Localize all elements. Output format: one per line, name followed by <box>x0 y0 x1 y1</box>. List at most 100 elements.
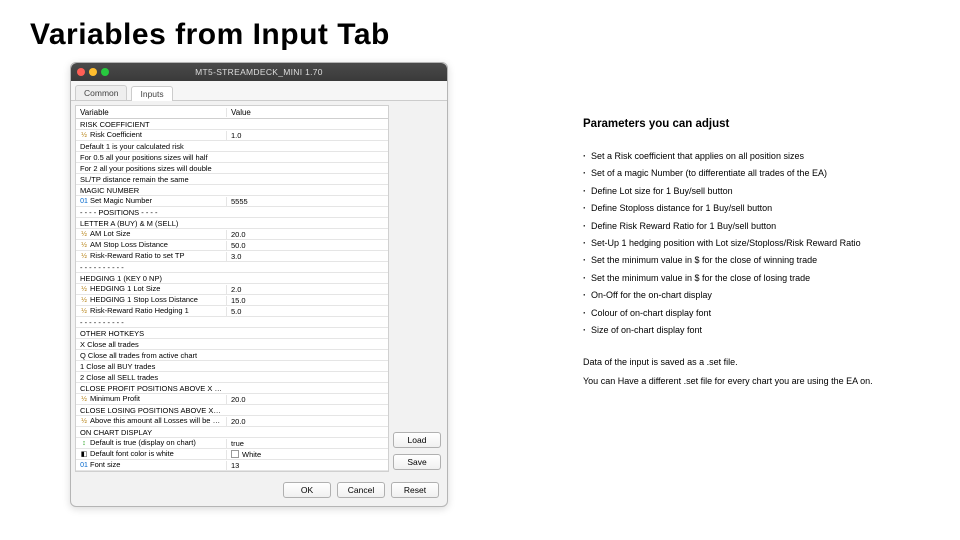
table-row: For 0.5 all your positions sizes will ha… <box>76 152 388 163</box>
right-heading: Parameters you can adjust <box>583 116 873 134</box>
tab-inputs[interactable]: Inputs <box>131 86 172 101</box>
table-row: OTHER HOTKEYS <box>76 328 388 339</box>
bool-icon: ↕ <box>80 440 88 448</box>
fraction-icon: ½ <box>80 418 88 426</box>
list-item: Set a Risk coefficient that applies on a… <box>583 150 873 164</box>
cell-variable: ½AM Lot Size <box>76 229 226 238</box>
table-row: Default 1 is your calculated risk <box>76 141 388 152</box>
cell-variable: For 0.5 all your positions sizes will ha… <box>76 153 226 162</box>
cell-variable: ½Risk-Reward Ratio to set TP <box>76 251 226 260</box>
table-row: - - - - POSITIONS - - - - <box>76 207 388 218</box>
table-row[interactable]: ½AM Stop Loss Distance50.0 <box>76 240 388 251</box>
tab-common[interactable]: Common <box>75 85 127 100</box>
col-header-value: Value <box>226 108 388 117</box>
cell-variable: ½HEDGING 1 Lot Size <box>76 284 226 293</box>
cell-value: 20.0 <box>231 230 246 239</box>
cell-variable: HEDGING 1 (KEY 0 NP) <box>76 274 226 283</box>
table-row[interactable]: ↕Default is true (display on chart)true <box>76 438 388 449</box>
window-title: MT5-STREAMDECK_MINI 1.70 <box>71 67 447 77</box>
table-row: MAGIC NUMBER <box>76 185 388 196</box>
dialog-footer: OK Cancel Reset <box>71 476 447 506</box>
cell-variable: ½HEDGING 1 Stop Loss Distance <box>76 295 226 304</box>
ok-button[interactable]: OK <box>283 482 331 498</box>
list-item: Set the minimum value in $ for the close… <box>583 272 873 286</box>
fraction-icon: ½ <box>80 132 88 140</box>
cell-variable: 1 Close all BUY trades <box>76 362 226 371</box>
table-row[interactable]: ½HEDGING 1 Stop Loss Distance 15.0 <box>76 295 388 306</box>
list-item: On-Off for the on-chart display <box>583 289 873 303</box>
table-row: LETTER A (BUY) & M (SELL) <box>76 218 388 229</box>
grid-header: Variable Value <box>76 106 388 119</box>
page-title: Variables from Input Tab <box>0 0 960 62</box>
table-row[interactable]: 01Set Magic Number5555 <box>76 196 388 207</box>
cell-variable: CLOSE LOSING POSITIONS ABOVE X $ KEY 6 N… <box>76 406 226 415</box>
color-swatch[interactable] <box>231 450 239 458</box>
list-item: Set the minimum value in $ for the close… <box>583 254 873 268</box>
table-row[interactable]: ½Above this amount all Losses will be cl… <box>76 416 388 427</box>
cell-variable: ½Minimum Profit <box>76 394 226 403</box>
fraction-icon: ½ <box>80 297 88 305</box>
cell-value: 50.0 <box>231 241 246 250</box>
table-row: SL/TP distance remain the same <box>76 174 388 185</box>
cell-value: 20.0 <box>231 395 246 404</box>
tab-bar: Common Inputs <box>71 81 447 101</box>
right-panel: Parameters you can adjust Set a Risk coe… <box>448 62 873 507</box>
cell-variable: 01Set Magic Number <box>76 196 226 205</box>
cell-value: 15.0 <box>231 296 246 305</box>
cell-variable: MAGIC NUMBER <box>76 186 226 195</box>
cell-value: 3.0 <box>231 252 241 261</box>
fraction-icon: ½ <box>80 286 88 294</box>
cell-variable: ↕Default is true (display on chart) <box>76 438 226 447</box>
table-row: For 2 all your positions sizes will doub… <box>76 163 388 174</box>
table-row[interactable]: ◧Default font color is whiteWhite <box>76 449 388 460</box>
list-item: Set of a magic Number (to differentiate … <box>583 167 873 181</box>
reset-button[interactable]: Reset <box>391 482 439 498</box>
table-row: X Close all trades <box>76 339 388 350</box>
table-row: RISK COEFFICIENT <box>76 119 388 130</box>
table-row[interactable]: ½Risk-Reward Ratio to set TP 3.0 <box>76 251 388 262</box>
table-row[interactable]: ½Minimum Profit 20.0 <box>76 394 388 405</box>
note-per-chart: You can Have a different .set file for e… <box>583 375 873 389</box>
titlebar: MT5-STREAMDECK_MINI 1.70 <box>71 63 447 81</box>
cell-variable: ½Risk-Reward Ratio Hedging 1 <box>76 306 226 315</box>
table-row: CLOSE LOSING POSITIONS ABOVE X $ KEY 6 N… <box>76 405 388 416</box>
cell-variable: - - - - POSITIONS - - - - <box>76 208 226 217</box>
table-row[interactable]: ½HEDGING 1 Lot Size2.0 <box>76 284 388 295</box>
number-icon: 01 <box>80 462 88 470</box>
inputs-dialog: MT5-STREAMDECK_MINI 1.70 Common Inputs V… <box>70 62 448 507</box>
fraction-icon: ½ <box>80 396 88 404</box>
load-button[interactable]: Load <box>393 432 441 448</box>
list-item: Set-Up 1 hedging position with Lot size/… <box>583 237 873 251</box>
table-row[interactable]: ½Risk Coefficient 1.0 <box>76 130 388 141</box>
cell-variable: OTHER HOTKEYS <box>76 329 226 338</box>
fraction-icon: ½ <box>80 231 88 239</box>
table-row: - - - - - - - - - - <box>76 262 388 273</box>
cell-variable: ◧Default font color is white <box>76 449 226 458</box>
inputs-grid: Variable Value RISK COEFFICIENT½Risk Coe… <box>75 105 389 472</box>
list-item: Define Risk Reward Ratio for 1 Buy/sell … <box>583 220 873 234</box>
fraction-icon: ½ <box>80 308 88 316</box>
cancel-button[interactable]: Cancel <box>337 482 385 498</box>
color-icon: ◧ <box>80 451 88 459</box>
cell-variable: LETTER A (BUY) & M (SELL) <box>76 219 226 228</box>
table-row: Q Close all trades from active chart <box>76 350 388 361</box>
save-button[interactable]: Save <box>393 454 441 470</box>
cell-variable: For 2 all your positions sizes will doub… <box>76 164 226 173</box>
fraction-icon: ½ <box>80 253 88 261</box>
list-item: Define Lot size for 1 Buy/sell button <box>583 185 873 199</box>
table-row: ON CHART DISPLAY <box>76 427 388 438</box>
cell-variable: X Close all trades <box>76 340 226 349</box>
cell-value: 13 <box>231 461 239 470</box>
cell-value: 5.0 <box>231 307 241 316</box>
table-row[interactable]: 01Font size13 <box>76 460 388 471</box>
table-row: 1 Close all BUY trades <box>76 361 388 372</box>
table-row: 2 Close all SELL trades <box>76 372 388 383</box>
cell-variable: ½Above this amount all Losses will be cl… <box>76 416 226 425</box>
table-row[interactable]: ½Risk-Reward Ratio Hedging 1 5.0 <box>76 306 388 317</box>
cell-value: 1.0 <box>231 131 241 140</box>
table-row[interactable]: ½AM Lot Size 20.0 <box>76 229 388 240</box>
cell-variable: ½Risk Coefficient <box>76 130 226 139</box>
list-item: Size of on-chart display font <box>583 324 873 338</box>
fraction-icon: ½ <box>80 242 88 250</box>
table-row: CLOSE PROFIT POSITIONS ABOVE X $ KEY 5 N… <box>76 383 388 394</box>
